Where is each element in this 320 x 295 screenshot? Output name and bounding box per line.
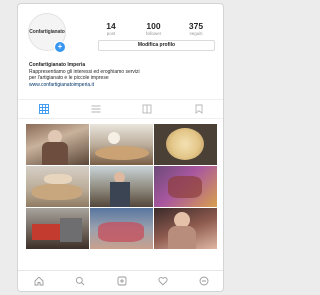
stat-followers[interactable]: 100 follower (134, 21, 174, 37)
bio-text-line: per l'artigianato e le piccole imprese (29, 75, 109, 82)
stat-value: 14 (106, 21, 116, 31)
heart-icon (158, 277, 168, 286)
avatar-logo-text: Confartigianato (29, 29, 65, 35)
bottom-navigation (18, 270, 223, 291)
tab-tagged[interactable] (173, 100, 223, 118)
nav-profile[interactable] (184, 271, 223, 291)
photo-thumbnail[interactable] (90, 124, 153, 165)
stat-value: 100 (146, 21, 161, 31)
add-story-icon[interactable]: + (54, 41, 66, 53)
stat-label: seguiti (189, 31, 203, 36)
stat-posts[interactable]: 14 post (91, 21, 131, 37)
tab-saved[interactable] (122, 100, 174, 118)
search-icon (75, 276, 85, 286)
profile-stats: 14 post 100 follower 375 seguiti (91, 21, 216, 37)
add-post-icon (117, 276, 126, 286)
profile-screen: Confartigianato + 14 post 100 follower 3… (17, 3, 224, 292)
photo-thumbnail[interactable] (154, 124, 217, 165)
photo-thumbnail[interactable] (90, 208, 153, 249)
edit-profile-button[interactable]: Modifica profilo (98, 40, 215, 51)
stat-label: post (106, 31, 116, 36)
tab-grid[interactable] (18, 100, 70, 118)
photo-thumbnail[interactable] (90, 166, 153, 207)
list-icon (91, 105, 101, 113)
bio-text-line: Rappresentiamo gli interessi ed eroghiam… (29, 68, 140, 75)
stat-following[interactable]: 375 seguiti (176, 21, 216, 37)
photo-grid (26, 124, 217, 249)
nav-activity[interactable] (142, 271, 183, 291)
photo-thumbnail[interactable] (154, 166, 217, 207)
profile-bio: Confartigianato Imperia Rappresentiamo g… (29, 62, 219, 88)
profile-icon (199, 276, 209, 286)
nav-add[interactable] (101, 271, 142, 291)
grid-icon (38, 104, 49, 114)
bookmark-icon (195, 104, 203, 114)
website-link[interactable]: www.confartigianatoimperia.it (29, 82, 219, 89)
profile-tabs (18, 99, 223, 119)
nav-home[interactable] (18, 271, 59, 291)
photo-thumbnail[interactable] (154, 208, 217, 249)
photo-thumbnail[interactable] (26, 124, 89, 165)
profile-header: Confartigianato + 14 post 100 follower 3… (18, 4, 223, 70)
home-icon (34, 276, 44, 286)
nav-search[interactable] (59, 271, 100, 291)
photo-thumbnail[interactable] (26, 208, 89, 249)
stat-value: 375 (188, 21, 204, 31)
tab-list[interactable] (70, 100, 122, 118)
profile-name: Confartigianato Imperia (29, 62, 86, 68)
stat-label: follower (145, 31, 162, 36)
photo-thumbnail[interactable] (26, 166, 89, 207)
saved-icon (142, 104, 152, 114)
